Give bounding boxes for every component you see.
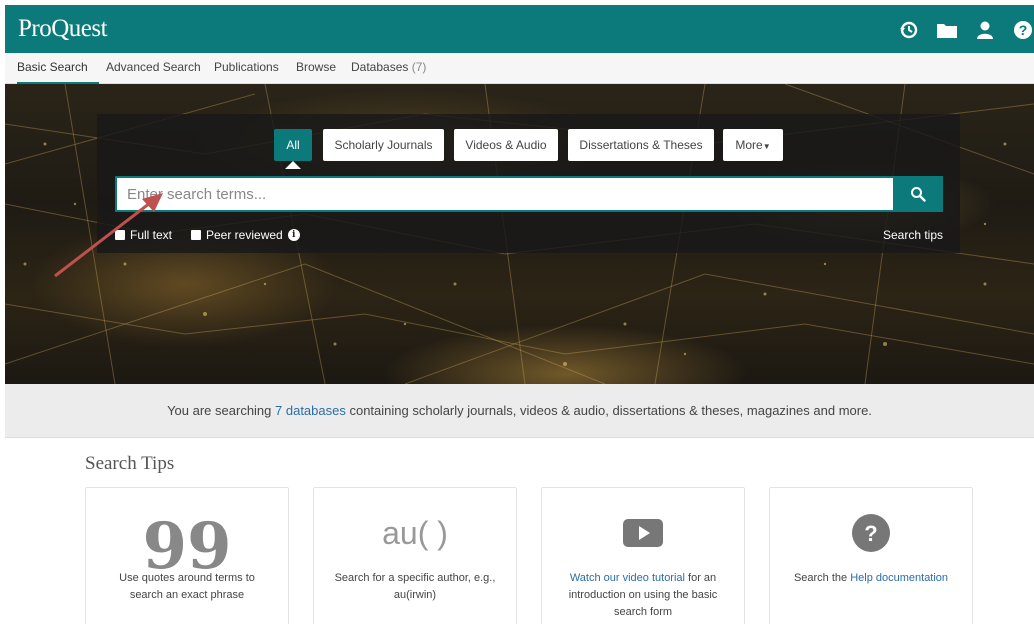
video-tutorial-link[interactable]: Watch our video tutorial <box>570 572 685 584</box>
search-button[interactable] <box>893 176 943 212</box>
db-strip-prefix: You are searching <box>167 403 276 418</box>
folder-icon[interactable] <box>936 19 958 41</box>
search-input[interactable] <box>115 176 893 212</box>
tab-scholarly-journals[interactable]: Scholarly Journals <box>323 129 444 161</box>
header-icons: ? <box>898 18 1034 42</box>
databases-count: (7) <box>411 60 427 74</box>
svg-text:?: ? <box>864 521 877 546</box>
tip-text: Watch our video tutorial for an introduc… <box>568 572 718 618</box>
video-play-icon[interactable] <box>542 508 744 558</box>
db-strip-suffix: containing scholarly journals, videos & … <box>345 403 872 418</box>
tip-card-help: ? Search the Help documentation <box>769 487 973 624</box>
tab-dissertations-theses[interactable]: Dissertations & Theses <box>568 129 714 161</box>
author-icon: au( ) <box>382 514 448 551</box>
caret-down-icon: ▼ <box>762 142 771 151</box>
app-header: ProQuest ? <box>5 5 1034 53</box>
nav-browse[interactable]: Browse <box>296 53 336 84</box>
full-text-checkbox[interactable] <box>115 230 125 240</box>
peer-reviewed-option[interactable]: Peer reviewed i <box>191 228 300 242</box>
peer-reviewed-checkbox[interactable] <box>191 230 201 240</box>
quote-icon: 99 <box>142 509 232 584</box>
search-icon <box>911 187 926 202</box>
tip-card-quotes: 99 Use quotes around terms to search an … <box>85 487 289 624</box>
nav-basic-search[interactable]: Basic Search <box>17 53 99 84</box>
tab-more[interactable]: More▼ <box>723 129 783 161</box>
search-tips-heading: Search Tips <box>85 453 175 474</box>
active-tab-pointer <box>285 161 301 169</box>
full-text-option[interactable]: Full text <box>115 228 172 242</box>
info-icon[interactable]: i <box>287 229 300 241</box>
tab-all[interactable]: All <box>274 129 312 161</box>
database-info-strip: You are searching 7 databases containing… <box>5 384 1034 438</box>
nav-publications[interactable]: Publications <box>214 53 279 84</box>
help-icon[interactable]: ? <box>1012 19 1034 41</box>
nav-databases-label: Databases <box>351 60 409 74</box>
tip-text: Search for a specific author, e.g., au(i… <box>334 572 496 601</box>
nav-advanced-search[interactable]: Advanced Search <box>106 53 201 84</box>
tab-videos-audio[interactable]: Videos & Audio <box>454 129 558 161</box>
tip-card-video: Watch our video tutorial for an introduc… <box>541 487 745 624</box>
user-icon[interactable] <box>974 19 996 41</box>
tip-text: Use quotes around terms to search an exa… <box>119 572 255 601</box>
help-documentation-link[interactable]: Help documentation <box>850 572 948 584</box>
full-text-label: Full text <box>130 228 173 242</box>
peer-reviewed-label: Peer reviewed <box>206 228 283 242</box>
search-tips-link[interactable]: Search tips <box>883 228 943 242</box>
proquest-logo[interactable]: ProQuest <box>18 15 108 43</box>
databases-link[interactable]: 7 databases <box>275 403 346 418</box>
top-nav: Basic Search Advanced Search Publication… <box>5 53 1034 84</box>
svg-text:?: ? <box>1019 22 1028 38</box>
help-circle-icon: ? <box>770 508 972 558</box>
search-panel: All Scholarly Journals Videos & Audio Di… <box>97 114 960 253</box>
tab-more-label: More <box>735 138 763 152</box>
nav-databases[interactable]: Databases (7) <box>351 53 426 84</box>
tip-text: Search the Help documentation <box>793 572 949 584</box>
hero-banner: All Scholarly Journals Videos & Audio Di… <box>5 84 1034 384</box>
tip-card-author: au( ) Search for a specific author, e.g.… <box>313 487 517 624</box>
history-icon[interactable] <box>898 19 920 41</box>
